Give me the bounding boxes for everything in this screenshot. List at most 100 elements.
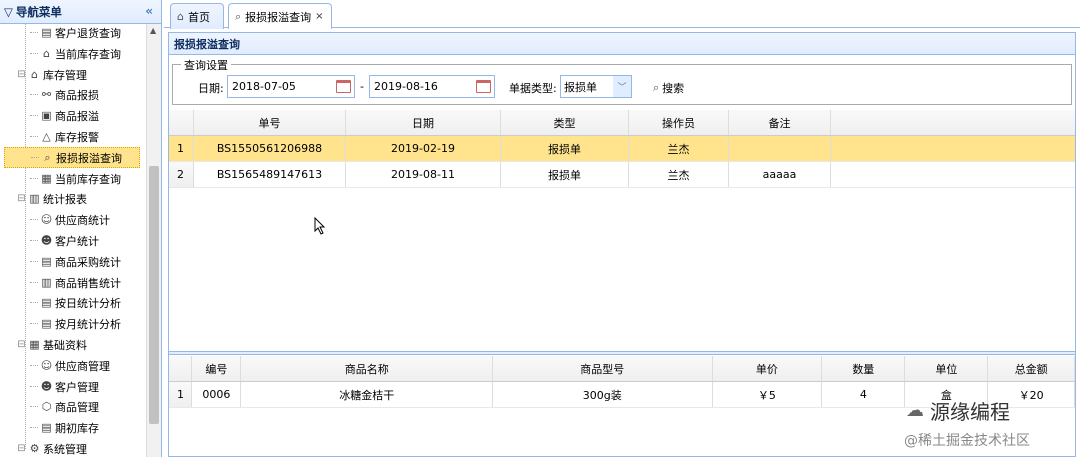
sidebar-scrollbar[interactable]: ▲ [146,24,161,457]
search-button[interactable]: ⌕ 搜索 [653,80,684,96]
search-icon: ⌕ [44,150,51,164]
expand-collapse-icon[interactable]: ⊟ [17,339,26,350]
scrollbar-thumb[interactable] [149,166,159,424]
table-cell: 2019-02-19 [346,136,501,161]
column-header[interactable]: 操作员 [629,110,729,135]
date-from-value: 2018-07-05 [232,80,296,93]
calendar-icon[interactable] [476,80,491,93]
users-icon: ☻ [40,380,53,393]
column-header[interactable]: 备注 [729,110,831,135]
sidebar-item-20[interactable]: ⊟ ⚙ 系统管理 [17,438,87,457]
tree-branch-line [30,136,38,137]
table-cell: 兰杰 [629,136,729,161]
table-cell: 冰糖金桔干 [241,382,494,407]
sidebar-item-10[interactable]: ☻ 客户统计 [30,230,99,251]
table-row[interactable]: 1 BS1550561206988 2019-02-19 报损单 兰杰 [169,136,1075,162]
expand-collapse-icon[interactable]: ⊟ [17,193,26,204]
sidebar-item-8[interactable]: ⊟ ▥ 统计报表 [17,188,87,209]
sidebar-item-17[interactable]: ☻ 客户管理 [30,376,99,397]
sidebar-item-16[interactable]: ☺ 供应商管理 [30,355,110,376]
column-header[interactable]: 编号 [192,356,242,381]
grid-divider[interactable] [169,351,1075,355]
close-icon[interactable]: × [315,11,323,22]
date-separator: - [360,80,364,93]
table-cell: aaaaa [729,162,831,187]
sidebar-item-label: 供应商管理 [55,359,110,373]
sidebar-item-11[interactable]: ▤ 商品采购统计 [30,251,121,272]
tab-query-label: 报损报溢查询 [245,10,312,24]
table-cell: 0006 [192,382,242,407]
tree-branch-line [30,53,38,54]
tree-connector [25,24,26,449]
sidebar-item-18[interactable]: ⬡ 商品管理 [30,396,99,417]
sidebar-item-5[interactable]: △ 库存报警 [30,126,99,147]
sidebar-item-label: 当前库存查询 [55,47,121,61]
sidebar-item-label: 商品报溢 [55,109,99,123]
column-header[interactable]: 总金额 [988,356,1075,381]
user-icon: ☺ [40,213,53,226]
chevron-down-icon[interactable]: ﹀ [613,76,631,97]
sidebar-item-label: 系统管理 [43,442,87,456]
sidebar-item-19[interactable]: ▤ 期初库存 [30,417,99,438]
sidebar-header: ▽ 导航菜单 « [0,0,161,24]
sidebar-item-12[interactable]: ▥ 商品销售统计 [30,272,121,293]
bar-chart-icon: ▥ [29,192,40,205]
table-cell: ￥5 [713,382,823,407]
collapse-icon[interactable]: « [145,4,153,18]
sidebar-item-9[interactable]: ☺ 供应商统计 [30,209,110,230]
book-icon: ▦ [29,338,40,351]
date-label: 日期: [198,82,224,95]
expand-collapse-icon[interactable]: ⊟ [17,69,26,80]
column-header[interactable]: 商品名称 [241,356,494,381]
doc-type-select[interactable]: 报损单 ﹀ [560,75,632,98]
sidebar-item-label: 客户退货查询 [55,26,121,40]
sidebar-item-4[interactable]: ▣ 商品报溢 [30,105,99,126]
book-icon: ▤ [41,421,52,434]
sidebar-item-13[interactable]: ▤ 按日统计分析 [30,292,121,313]
watermark-community: @稀土掘金技术社区 [904,433,1030,449]
search-button-label: 搜索 [662,82,685,95]
column-header[interactable]: 数量 [822,356,906,381]
sidebar-item-label: 商品管理 [55,400,99,414]
sidebar-item-7[interactable]: ▦ 当前库存查询 [30,168,121,189]
sidebar-item-2[interactable]: ⊟ ⌂ 库存管理 [17,64,87,85]
table-cell: 报损单 [501,162,629,187]
sidebar-item-0[interactable]: ▤ 客户退货查询 [30,22,121,43]
tab-loss-overflow-query[interactable]: ⌕ 报损报溢查询 × [228,3,332,29]
bar-chart-icon: ▥ [41,276,52,289]
date-to-field[interactable]: 2019-08-16 [369,75,495,98]
users-icon: ☻ [40,234,53,247]
gear-icon: ⚙ [29,442,40,455]
query-panel: 报损报溢查询 查询设置 日期: 2018-07-05 - 2019-08-16 … [168,32,1076,457]
tree-branch-line [30,386,38,387]
scroll-up-icon[interactable]: ▲ [150,26,156,35]
sidebar-item-3[interactable]: ⚯ 商品报损 [30,84,99,105]
document-icon: ▤ [41,296,52,309]
document-icon: ▤ [41,255,52,268]
box-icon: ⬡ [41,400,52,413]
tree-branch-line [30,115,38,116]
column-header[interactable]: 单号 [194,110,346,135]
date-from-field[interactable]: 2018-07-05 [227,75,355,98]
column-header[interactable]: 商品型号 [493,356,713,381]
column-header[interactable]: 日期 [346,110,501,135]
user-icon: ☺ [40,359,53,372]
calendar-icon[interactable] [336,80,351,93]
tab-bar: ⌂ 首页 ⌕ 报损报溢查询 × [164,0,1080,29]
tree-branch-line [30,32,38,33]
sidebar-item-15[interactable]: ⊟ ▦ 基础资料 [17,334,87,355]
column-header[interactable]: 类型 [501,110,629,135]
sidebar-item-1[interactable]: ⌂ 当前库存查询 [30,43,121,64]
expand-collapse-icon[interactable]: ⊟ [17,443,26,454]
column-header[interactable]: 单位 [905,356,989,381]
sidebar-item-6[interactable]: ⌕ 报损报溢查询 [4,147,140,168]
watermark-brand: ☁ 源缘编程 [906,396,1010,425]
column-header[interactable]: 单价 [713,356,823,381]
table-cell: 2019-08-11 [346,162,501,187]
tab-home-label: 首页 [187,10,210,24]
main-grid: 单号 日期 类型 操作员 备注 1 BS1550561206988 2019-02-19 报损单… [169,110,1075,350]
tab-home[interactable]: ⌂ 首页 [170,3,224,29]
sidebar-item-label: 按日统计分析 [55,296,121,310]
table-row[interactable]: 2 BS1565489147613 2019-08-11 报损单 兰杰 aaaaa [169,162,1075,188]
sidebar-item-14[interactable]: ▤ 按月统计分析 [30,313,121,334]
